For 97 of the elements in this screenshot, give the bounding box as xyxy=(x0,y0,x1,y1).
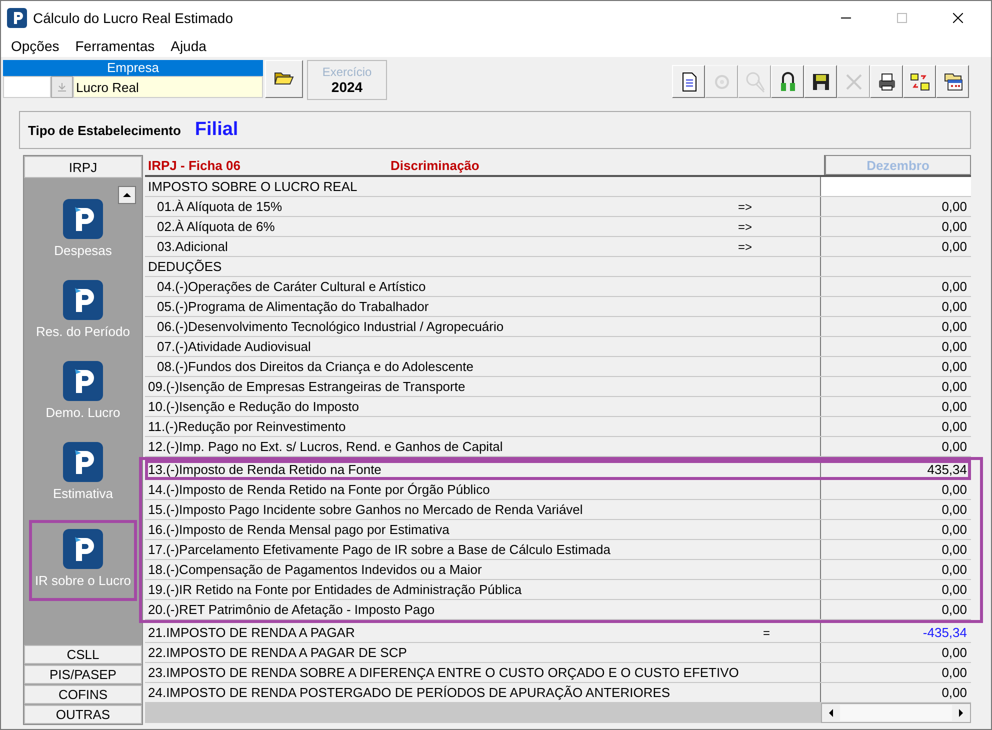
fiscal-year-label: Exercício xyxy=(322,65,372,79)
window-title: Cálculo do Lucro Real Estimado xyxy=(33,10,233,26)
company-header: Empresa xyxy=(3,60,263,76)
value-cell: 0,00 xyxy=(942,665,967,680)
magnifier-icon xyxy=(744,70,766,92)
row-label: 20.(-)RET Patrimônio de Afetação - Imposto Pago xyxy=(148,602,435,617)
row-label: 24.IMPOSTO DE RENDA POSTERGADO DE PERÍODOS DE APURAÇÃO ANTERIORES xyxy=(148,685,670,700)
horizontal-scrollbar[interactable] xyxy=(821,703,971,723)
download-arrow-icon xyxy=(57,82,67,92)
sidebar-tab[interactable]: PIS/PASEP xyxy=(24,665,142,684)
row-label: 07.(-)Atividade Audiovisual xyxy=(157,339,311,354)
folder-icon xyxy=(274,70,294,86)
row-operator: => xyxy=(738,240,752,254)
menu-item[interactable]: Ferramentas xyxy=(75,38,155,54)
row-label: 16.(-)Imposto de Renda Mensal pago por Estimativa xyxy=(148,522,450,537)
save-button[interactable] xyxy=(804,65,837,98)
value-cell: 0,00 xyxy=(942,239,967,254)
row-operator: => xyxy=(738,200,752,214)
row-label: 18.(-)Compensação de Pagamentos Indevidos ou a Maior xyxy=(148,562,482,577)
fiscal-year-value: 2024 xyxy=(331,79,363,95)
value-cell: 0,00 xyxy=(942,279,967,294)
value-cell: 0,00 xyxy=(942,645,967,660)
value-cell: 0,00 xyxy=(942,582,967,597)
value-cell: 0,00 xyxy=(942,299,967,314)
row-label: 08.(-)Fundos dos Direitos da Criança e do Adolescente xyxy=(157,359,474,374)
value-cell: 0,00 xyxy=(942,685,967,700)
scroll-right-icon[interactable] xyxy=(958,709,964,717)
value-cell: 0,00 xyxy=(942,439,967,454)
scroll-up-button[interactable] xyxy=(118,186,136,204)
row-label: 01.À Alíquota de 15% xyxy=(157,199,282,214)
establishment-value: Filial xyxy=(194,119,238,141)
row-label: 22.IMPOSTO DE RENDA A PAGAR DE SCP xyxy=(148,645,407,660)
document-button[interactable] xyxy=(672,65,705,98)
value-cell: 0,00 xyxy=(942,379,967,394)
row-label: 05.(-)Programa de Alimentação do Trabalhador xyxy=(157,299,429,314)
value-cell: 0,00 xyxy=(942,399,967,414)
value-cell: -435,34 xyxy=(922,625,967,640)
value-cell: 0,00 xyxy=(942,319,967,334)
value-cell: 0,00 xyxy=(942,502,967,517)
row-label: 17.(-)Parcelamento Efetivamente Pago de IR sobre a Base de Cálculo Estimada xyxy=(148,542,610,557)
sidebar-tab[interactable]: COFINS xyxy=(24,685,142,704)
row-label: 04.(-)Operações de Caráter Cultural e Artístico xyxy=(157,279,426,294)
company-code-field[interactable] xyxy=(3,76,51,98)
lock-button[interactable] xyxy=(771,65,804,98)
sheet-title: IRPJ - Ficha 06 xyxy=(148,158,240,172)
row-label: 02.À Alíquota de 6% xyxy=(157,219,275,234)
value-cell: 0,00 xyxy=(942,359,967,374)
folders-button[interactable] xyxy=(903,65,936,98)
column-header: Discriminação xyxy=(390,158,480,172)
scroll-left-icon[interactable] xyxy=(828,709,834,717)
arrow-up-icon xyxy=(123,192,131,198)
row-operator: = xyxy=(762,626,770,640)
app-logo-icon xyxy=(63,442,103,482)
menu-item[interactable]: Opções xyxy=(11,38,60,54)
row-label: DEDUÇÕES xyxy=(148,259,222,274)
row-operator: => xyxy=(738,220,752,234)
row-label: 15.(-)Imposto Pago Incidente sobre Ganhos no Mercado de Renda Variável xyxy=(148,502,583,517)
sidebar-tab[interactable]: OUTRAS xyxy=(24,705,142,724)
row-label: 13.(-)Imposto de Renda Retido na Fonte xyxy=(148,462,382,477)
app-logo-icon xyxy=(63,280,103,320)
row-label: 09.(-)Isenção de Empresas Estrangeiras de Transporte xyxy=(148,379,466,394)
row-label: 19.(-)IR Retido na Fonte por Entidades de Administração Pública xyxy=(148,582,522,597)
row-label: 12.(-)Imp. Pago no Ext. s/ Lucros, Rend. e Ganhos de Capital xyxy=(148,439,503,454)
app-logo-icon xyxy=(63,529,103,569)
close-icon[interactable] xyxy=(953,13,963,23)
value-cell: 0,00 xyxy=(942,482,967,497)
value-cell: 0,00 xyxy=(942,199,967,214)
row-label: IMPOSTO SOBRE O LUCRO REAL xyxy=(148,179,358,194)
open-folder-button[interactable] xyxy=(265,60,303,98)
menu-item[interactable]: Ajuda xyxy=(170,38,206,54)
row-label: 21.IMPOSTO DE RENDA A PAGAR xyxy=(148,625,355,640)
folders-icon xyxy=(908,70,930,92)
sidebar-tab[interactable]: CSLL xyxy=(24,645,142,664)
window-button[interactable] xyxy=(936,65,969,98)
row-label: 11.(-)Redução por Reinvestimento xyxy=(148,419,346,434)
establishment-label: Tipo de Estabelecimento xyxy=(28,122,181,138)
value-cell: 435,34 xyxy=(927,462,967,477)
company-name-field[interactable]: Lucro Real xyxy=(73,76,263,98)
column-header: Dezembro xyxy=(825,155,971,175)
app-logo-icon xyxy=(63,361,103,401)
value-cell: 0,00 xyxy=(942,562,967,577)
print-button[interactable] xyxy=(870,65,903,98)
app-logo-icon xyxy=(63,199,103,239)
value-cell: 0,00 xyxy=(942,602,967,617)
app-logo-icon xyxy=(7,8,27,28)
row-label: 10.(-)Isenção e Redução do Imposto xyxy=(148,399,360,414)
row-label: 03.Adicional xyxy=(157,239,228,254)
row-label: 14.(-)Imposto de Renda Retido na Fonte por Órgão Público xyxy=(148,482,490,497)
row-label: 23.IMPOSTO DE RENDA SOBRE A DIFERENÇA ENTRE O CUSTO ORÇADO E O CUSTO EFETIVO xyxy=(148,665,739,680)
value-cell: 0,00 xyxy=(942,219,967,234)
value-cell: 0,00 xyxy=(942,339,967,354)
value-cell: 0,00 xyxy=(942,522,967,537)
value-cell: 0,00 xyxy=(942,419,967,434)
row-label: 06.(-)Desenvolvimento Tecnológico Industrial / Agropecuário xyxy=(157,319,504,334)
sidebar-tab[interactable]: IRPJ xyxy=(24,156,142,178)
value-cell: 0,00 xyxy=(942,542,967,557)
window-icon xyxy=(942,70,964,92)
